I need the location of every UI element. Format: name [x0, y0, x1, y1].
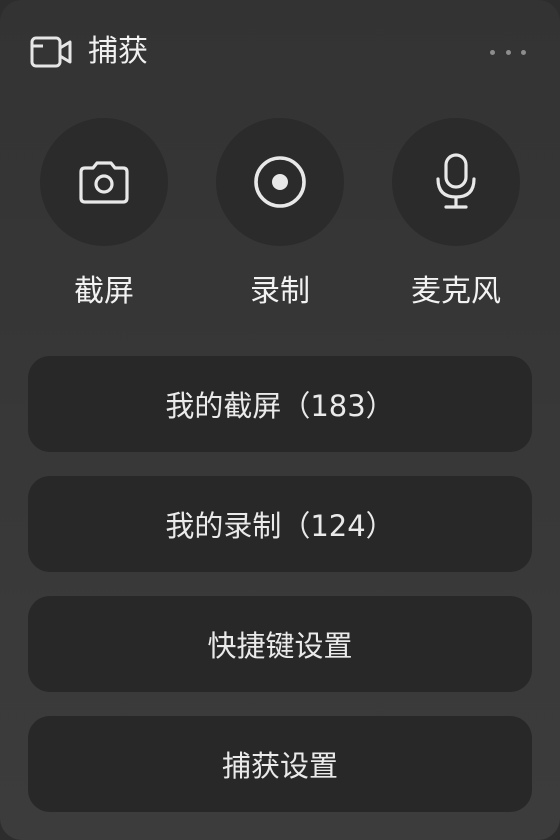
microphone-icon: [436, 153, 476, 209]
microphone-label: 麦克风: [411, 274, 501, 309]
capture-panel: 捕获 截屏 录制 麦克风 我的截屏（183） 我的录制（124） 快捷键设置 捕…: [0, 0, 560, 840]
quick-actions: 截屏 录制 麦克风: [0, 118, 560, 318]
my-recordings-button[interactable]: 我的录制（124）: [28, 476, 532, 572]
screenshot-label: 截屏: [74, 274, 134, 309]
screenshot-action[interactable]: 截屏: [40, 118, 168, 312]
record-circle[interactable]: [216, 118, 344, 246]
my-screenshots-button[interactable]: 我的截屏（183）: [28, 356, 532, 452]
shortcut-settings-button[interactable]: 快捷键设置: [28, 596, 532, 692]
record-action[interactable]: 录制: [216, 118, 344, 312]
capture-settings-button[interactable]: 捕获设置: [28, 716, 532, 812]
panel-title: 捕获: [88, 34, 148, 69]
camera-icon: [79, 161, 129, 204]
more-icon: [490, 49, 495, 55]
record-icon: [254, 156, 306, 208]
video-camera-icon: [30, 36, 72, 68]
screenshot-circle[interactable]: [40, 118, 168, 246]
microphone-action[interactable]: 麦克风: [392, 118, 520, 312]
microphone-circle[interactable]: [392, 118, 520, 246]
record-label: 录制: [250, 274, 310, 309]
more-button[interactable]: [490, 40, 526, 64]
menu-list: 我的截屏（183） 我的录制（124） 快捷键设置 捕获设置: [28, 356, 532, 812]
panel-header: 捕获: [0, 0, 560, 104]
